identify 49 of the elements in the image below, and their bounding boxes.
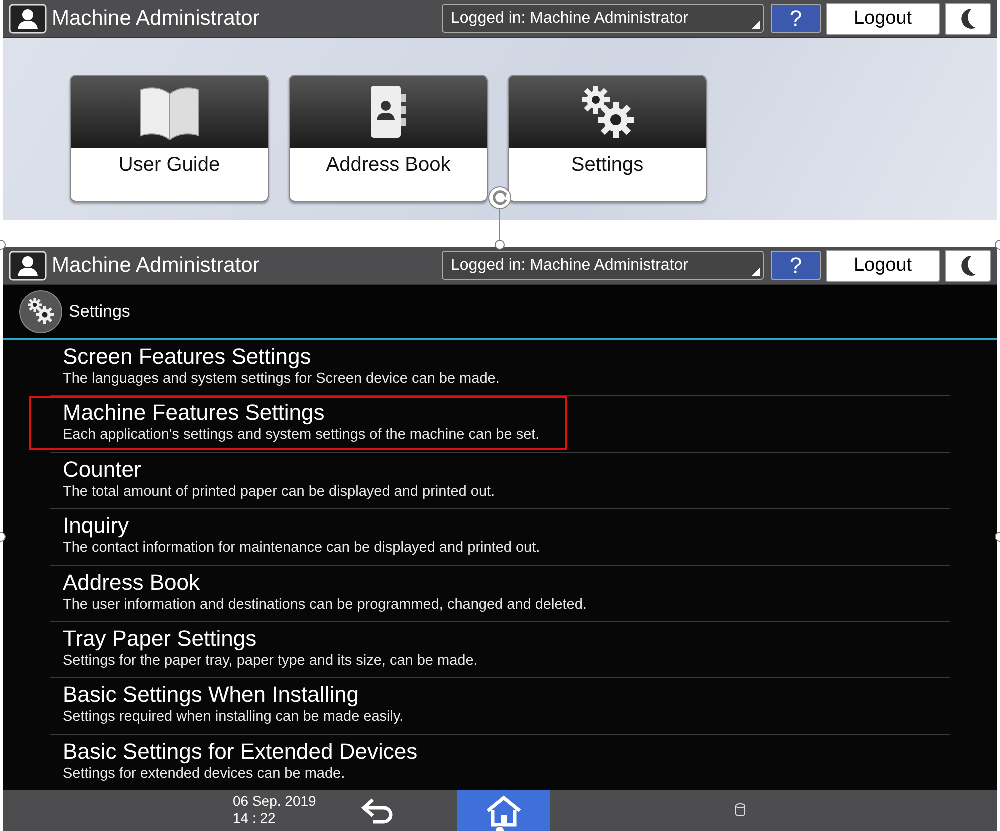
contact-book-icon [368,84,408,140]
item-description: Settings for the paper tray, paper type and its size, can be made. [63,652,478,670]
item-description: Settings for extended devices can be made. [63,764,346,783]
settings-item[interactable]: Inquiry The contact information for maintenance can be displayed and printed out. [50,509,950,565]
item-title: Basic Settings When Installing [63,682,359,708]
header-title: Machine Administrator [52,254,261,278]
app-tile[interactable]: Address Book [289,75,488,202]
app-tile[interactable]: Settings [508,75,707,202]
rotate-handle-icon[interactable] [487,185,513,211]
app-tile[interactable]: User Guide [70,75,269,202]
settings-icon [19,290,63,334]
section-title: Settings [69,302,130,322]
help-button[interactable]: ? [771,4,821,33]
selection-handle[interactable] [495,240,505,250]
item-title: Counter [63,456,142,483]
sleep-button[interactable] [945,2,991,34]
item-title: Inquiry [63,513,130,540]
settings-item[interactable]: Basic Settings When Installing Settings required when installing can be made easily. [50,678,950,734]
date-text: 06 Sep. 2019 [233,793,316,810]
item-description: The total amount of printed paper can be displayed and printed out. [63,482,496,501]
storage-icon [735,803,746,817]
logout-button[interactable]: Logout [826,250,940,282]
item-description: The contact information for maintenance can be displayed and printed out. [63,539,540,558]
login-dropdown[interactable]: Logged in: Machine Administrator [442,251,764,280]
logout-button[interactable]: Logout [826,2,940,34]
settings-item[interactable]: Basic Settings for Extended Devices Settings for extended devices can be made. [50,734,950,790]
item-description: Settings required when installing can be made easily. [63,708,404,726]
item-description: The user information and destinations can be programmed, changed and deleted. [63,596,587,614]
item-title: Screen Features Settings [63,344,312,370]
settings-item[interactable]: Screen Features Settings The languages and system settings for Screen device can be made. [50,340,950,396]
settings-item[interactable]: Address Book The user information and destinations can be programmed, changed and deleted. [50,566,950,621]
home-button[interactable] [457,790,550,831]
item-title: Machine Features Settings [63,400,325,426]
settings-item[interactable]: Counter The total amount of printed paper can be displayed and printed out. [50,452,950,508]
settings-item[interactable]: Machine Features Settings Each application's settings and system settings of the machine can be set. [50,396,950,452]
user-icon [9,4,47,34]
item-title: Tray Paper Settings [63,626,257,652]
user-icon [9,250,47,280]
item-title: Address Book [63,570,200,596]
item-title: Basic Settings for Extended Devices [63,738,418,765]
sleep-button[interactable] [945,250,991,282]
help-button[interactable]: ? [771,251,821,280]
login-dropdown[interactable]: Logged in: Machine Administrator [442,4,764,33]
item-description: The languages and system settings for Screen device can be made. [63,370,500,388]
item-description: Each application's settings and system settings of the machine can be set. [63,426,540,444]
time-text: 14 : 22 [233,810,277,827]
header-title: Machine Administrator [52,6,261,30]
home-icon [484,794,522,826]
settings-item[interactable]: Tray Paper Settings Settings for the paper tray, paper type and its size, can be made. [50,622,950,678]
